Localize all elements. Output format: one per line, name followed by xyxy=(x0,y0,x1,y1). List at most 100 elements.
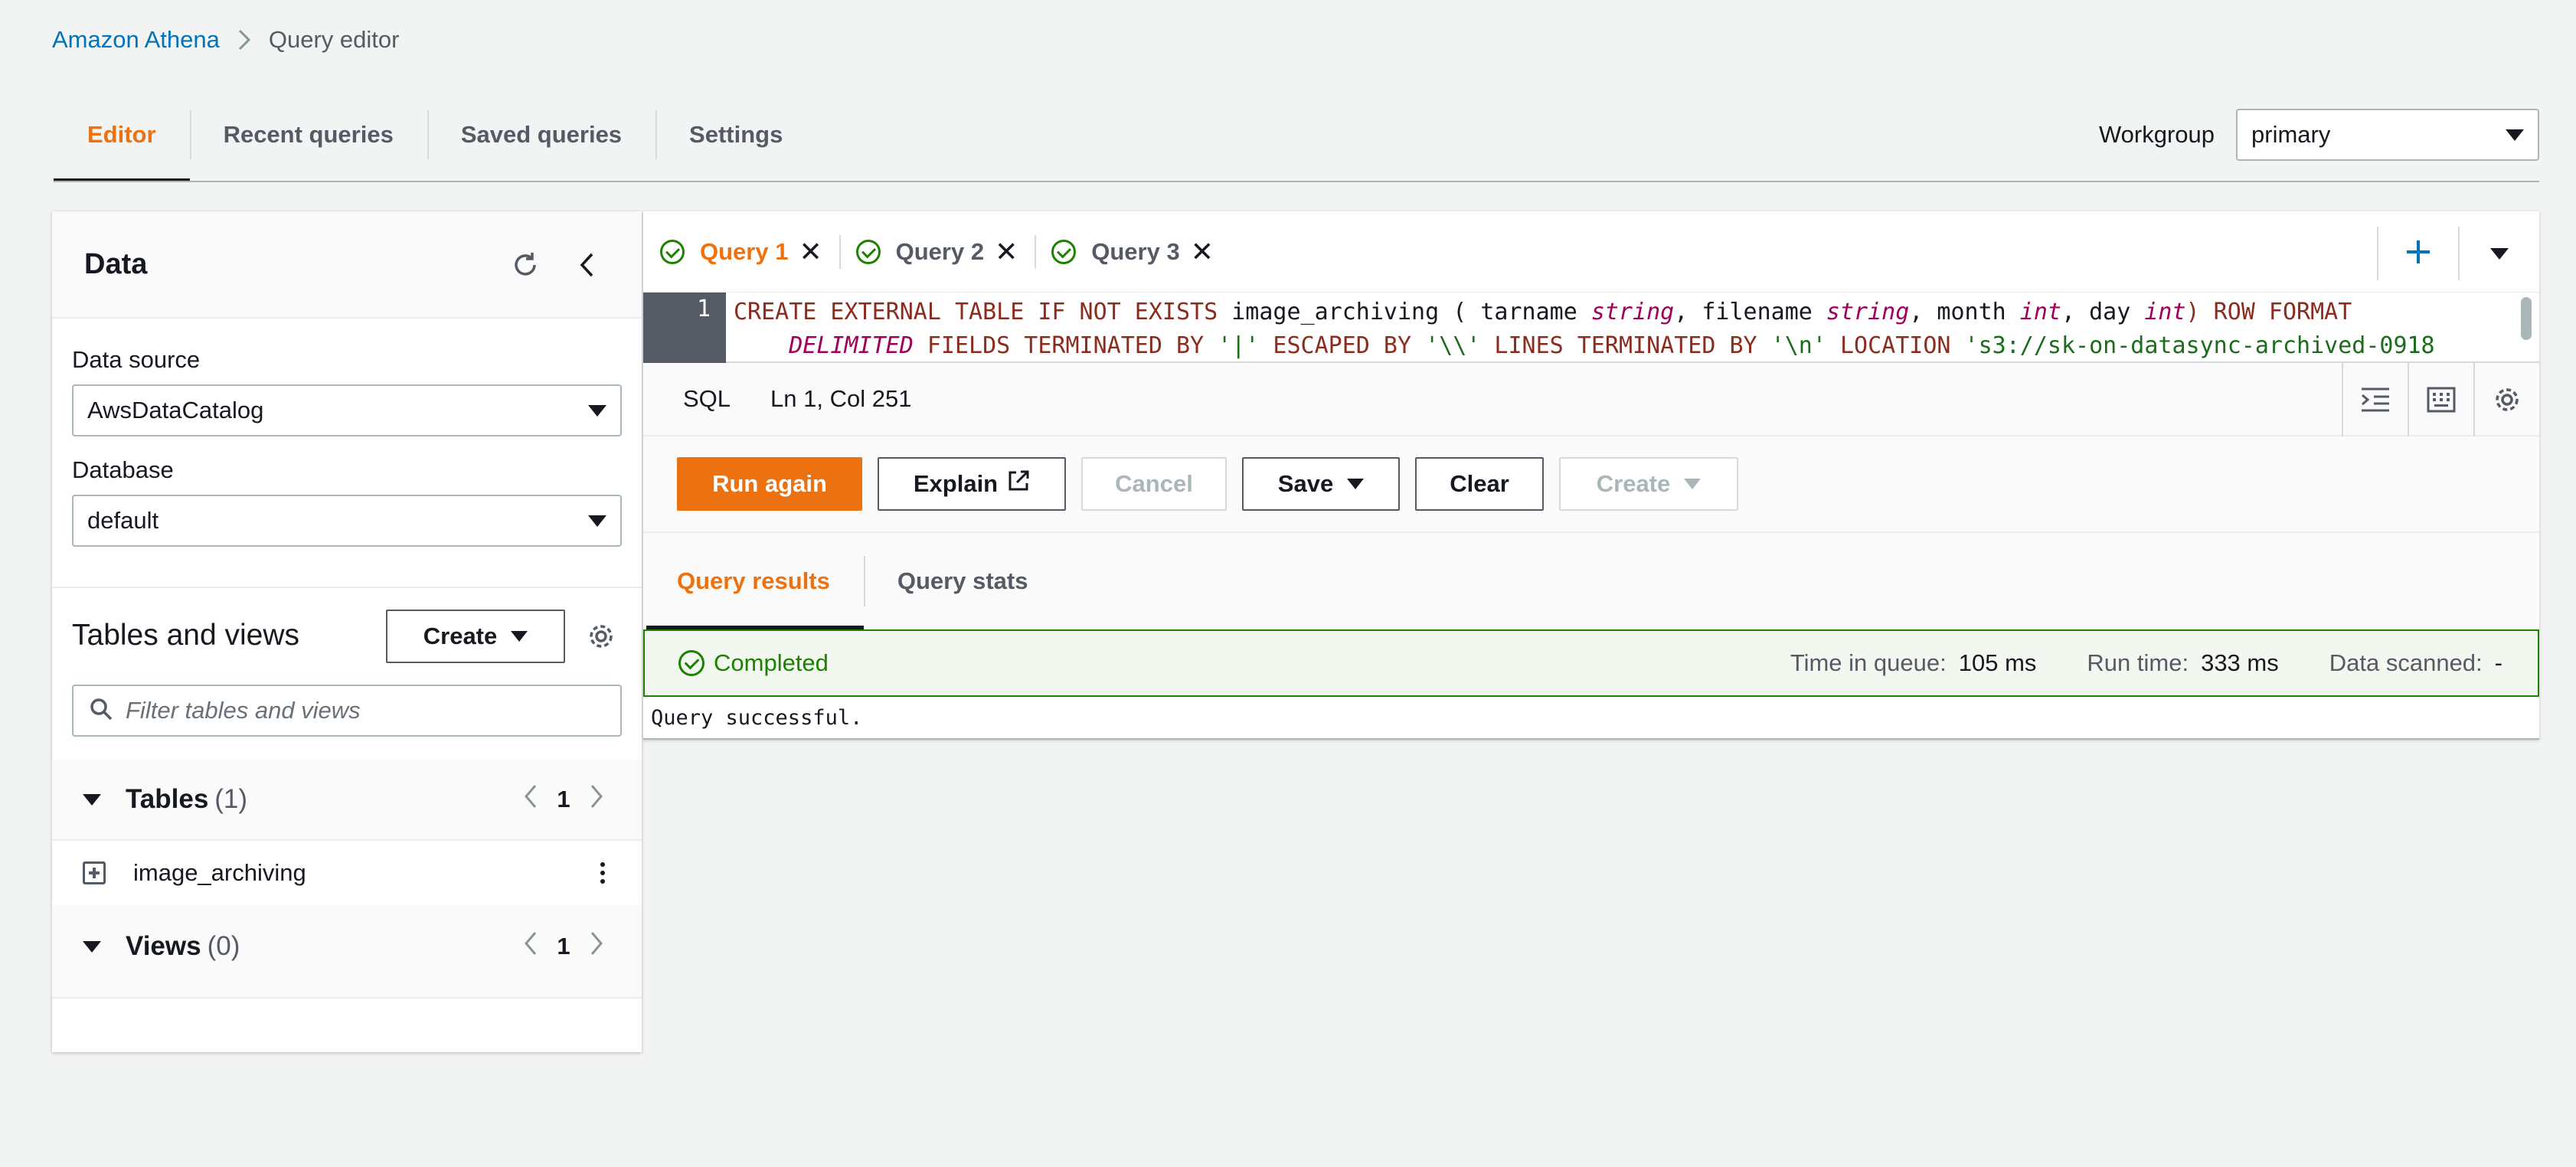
sql-code-editor[interactable]: 1 CREATE EXTERNAL TABLE IF NOT EXISTS im… xyxy=(643,293,2539,363)
views-pagination: 1 xyxy=(522,930,629,963)
query-tab-label: Query 1 xyxy=(700,237,789,265)
format-query-icon[interactable] xyxy=(2342,363,2408,436)
tab-query-results[interactable]: Query results xyxy=(643,533,864,629)
tab-saved-queries[interactable]: Saved queries xyxy=(427,103,655,167)
chevron-right-icon[interactable] xyxy=(588,930,605,963)
run-time-value: 333 ms xyxy=(2201,649,2279,676)
code-token: , month xyxy=(1909,299,2020,325)
result-tabs: Query results Query stats xyxy=(643,533,2539,629)
code-token: '\n' xyxy=(1770,332,1826,359)
table-row[interactable]: image_archiving xyxy=(52,841,642,905)
explain-button[interactable]: Explain xyxy=(878,457,1066,511)
caret-down-icon xyxy=(2506,129,2524,141)
close-icon[interactable]: ✕ xyxy=(995,236,1018,268)
explain-label: Explain xyxy=(913,470,999,497)
add-query-tab-button[interactable] xyxy=(2377,227,2458,280)
code-token: 's3://sk-on-datasync-archived-0918 xyxy=(1964,332,2435,359)
line-number-gutter: 1 xyxy=(643,293,726,363)
caret-down-icon xyxy=(1684,479,1702,489)
run-again-button[interactable]: Run again xyxy=(677,457,862,511)
data-scanned-label: Data scanned: xyxy=(2329,649,2483,676)
filter-tables-input[interactable] xyxy=(126,697,585,724)
editor-status-bar: SQL Ln 1, Col 251 xyxy=(643,363,2539,436)
check-circle-icon xyxy=(855,239,881,264)
cursor-position: Ln 1, Col 251 xyxy=(770,385,912,412)
caret-down-icon xyxy=(1347,479,1365,489)
create-table-button[interactable]: Create xyxy=(386,610,565,663)
views-page-number[interactable]: 1 xyxy=(539,933,588,960)
chevron-left-icon[interactable] xyxy=(522,930,539,963)
chevron-right-icon xyxy=(220,28,269,52)
external-link-icon xyxy=(1007,469,1030,499)
workgroup-select[interactable]: primary xyxy=(2236,109,2539,161)
views-group-header[interactable]: Views (0) 1 xyxy=(52,907,642,986)
tables-pagination: 1 xyxy=(522,783,629,816)
code-token: int xyxy=(2144,299,2186,325)
code-token: LOCATION xyxy=(1826,332,1965,359)
code-token: , filename xyxy=(1674,299,1826,325)
caret-down-icon[interactable] xyxy=(83,940,101,953)
data-source-label: Data source xyxy=(72,346,201,373)
create-button[interactable]: Create xyxy=(1559,457,1738,511)
editor-scrollbar[interactable] xyxy=(2521,297,2532,340)
breadcrumb-amazon-athena-link[interactable]: Amazon Athena xyxy=(52,26,220,54)
code-token: LINES TERMINATED BY xyxy=(1480,332,1771,359)
query-tab-2[interactable]: Query 2 ✕ xyxy=(839,230,1035,273)
code-token: string xyxy=(1826,299,1910,325)
close-icon[interactable]: ✕ xyxy=(799,236,822,268)
caret-down-icon xyxy=(2490,247,2509,260)
clear-button[interactable]: Clear xyxy=(1415,457,1544,511)
code-token: CREATE EXTERNAL TABLE IF NOT EXISTS xyxy=(734,299,1232,325)
close-icon[interactable]: ✕ xyxy=(1191,236,1214,268)
save-label: Save xyxy=(1277,470,1334,497)
query-tab-label: Query 2 xyxy=(895,237,985,265)
database-label: Database xyxy=(72,456,174,483)
gear-icon[interactable] xyxy=(584,619,619,654)
tab-recent-queries[interactable]: Recent queries xyxy=(189,103,427,167)
code-text[interactable]: CREATE EXTERNAL TABLE IF NOT EXISTS imag… xyxy=(734,296,2435,363)
data-panel-header: Data xyxy=(52,211,642,319)
filter-tables-input-wrapper xyxy=(72,685,622,737)
query-tab-1[interactable]: Query 1 ✕ xyxy=(643,230,839,273)
keyboard-icon[interactable] xyxy=(2408,363,2473,436)
views-count: (0) xyxy=(207,931,240,961)
database-select[interactable]: default xyxy=(72,495,622,547)
workgroup-label: Workgroup xyxy=(2098,121,2215,148)
code-token: ESCAPED BY xyxy=(1259,332,1426,359)
database-value: default xyxy=(87,507,159,534)
data-panel-title: Data xyxy=(84,248,148,280)
query-actions: Run again Explain Cancel Save Clear Crea… xyxy=(643,436,2539,533)
cancel-button[interactable]: Cancel xyxy=(1081,457,1227,511)
tab-editor[interactable]: Editor xyxy=(54,103,190,182)
workgroup-selector: Workgroup primary xyxy=(2099,109,2539,161)
tables-page-number[interactable]: 1 xyxy=(539,786,588,813)
query-tab-3[interactable]: Query 3 ✕ xyxy=(1035,230,1231,273)
data-scanned-value: - xyxy=(2494,649,2502,676)
chevron-left-icon[interactable] xyxy=(522,783,539,816)
refresh-icon[interactable] xyxy=(508,248,542,282)
table-name[interactable]: image_archiving xyxy=(133,859,306,887)
tab-query-stats[interactable]: Query stats xyxy=(863,533,1062,629)
code-token: ) ROW FORMAT xyxy=(2185,299,2352,325)
time-in-queue-label: Time in queue: xyxy=(1790,649,1947,676)
query-status-banner: Completed Time in queue: 105 ms Run time:… xyxy=(643,629,2539,697)
tab-settings[interactable]: Settings xyxy=(655,103,816,167)
code-token: int xyxy=(2019,299,2061,325)
save-button[interactable]: Save xyxy=(1242,457,1400,511)
tables-group-header[interactable]: Tables (1) 1 xyxy=(52,760,642,839)
caret-down-icon xyxy=(588,515,606,527)
expand-icon[interactable] xyxy=(83,861,106,884)
caret-down-icon[interactable] xyxy=(83,793,101,806)
caret-down-icon xyxy=(588,404,606,417)
result-message: Query successful. xyxy=(643,697,2539,740)
plus-icon xyxy=(2404,238,2432,270)
chevron-right-icon[interactable] xyxy=(588,783,605,816)
tab-menu-button[interactable] xyxy=(2458,227,2539,280)
gear-icon[interactable] xyxy=(2473,363,2539,436)
collapse-panel-icon[interactable] xyxy=(570,248,603,282)
views-group-label: Views xyxy=(126,931,201,961)
more-options-icon[interactable] xyxy=(600,862,605,884)
data-source-select[interactable]: AwsDataCatalog xyxy=(72,384,622,436)
check-circle-icon xyxy=(660,239,685,264)
code-token: string xyxy=(1590,299,1675,325)
